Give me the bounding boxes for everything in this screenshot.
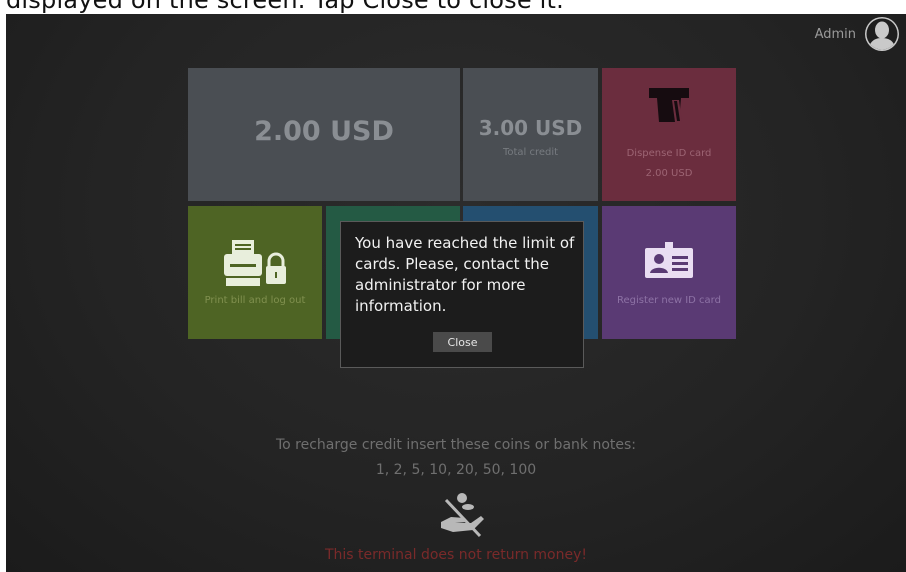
total-credit-value: 3.00 USD <box>478 116 583 140</box>
no-change-warning: This terminal does not return money! <box>324 547 588 563</box>
total-credit-tile: 3.00 USD Total credit <box>463 68 598 201</box>
amount-value: 2.00 USD <box>254 116 394 147</box>
dispense-amount: 2.00 USD <box>645 168 693 179</box>
limit-reached-dialog: You have reached the limit of cards. Ple… <box>340 221 584 368</box>
user-avatar-icon[interactable] <box>864 16 900 52</box>
register-id-card-tile[interactable]: Register new ID card <box>602 206 736 339</box>
user-area[interactable]: Admin <box>815 16 900 52</box>
card-dispenser-icon <box>649 88 689 122</box>
amount-tile: 2.00 USD <box>188 68 460 201</box>
instruction-caption: displayed on the screen. Tap Close to cl… <box>6 0 564 14</box>
print-bill-logout-tile[interactable]: Print bill and log out <box>188 206 322 339</box>
dispense-label: Dispense ID card <box>626 148 712 159</box>
total-credit-label: Total credit <box>502 147 559 158</box>
register-label: Register new ID card <box>617 295 721 306</box>
kiosk-screen: Admin 2.00 USD 3.00 USD Total credit Dis… <box>6 14 906 572</box>
close-button[interactable]: Close <box>433 332 492 352</box>
dispense-id-card-tile[interactable]: Dispense ID card 2.00 USD <box>602 68 736 201</box>
id-card-icon <box>645 242 693 278</box>
dialog-message: You have reached the limit of cards. Ple… <box>355 234 575 315</box>
user-name: Admin <box>814 26 856 42</box>
recharge-instruction: To recharge credit insert these coins or… <box>275 437 637 453</box>
accepted-denominations: 1, 2, 5, 10, 20, 50, 100 <box>375 462 537 478</box>
print-bill-label: Print bill and log out <box>204 295 306 306</box>
printer-lock-icon <box>224 240 286 286</box>
no-change-icon <box>441 493 484 538</box>
